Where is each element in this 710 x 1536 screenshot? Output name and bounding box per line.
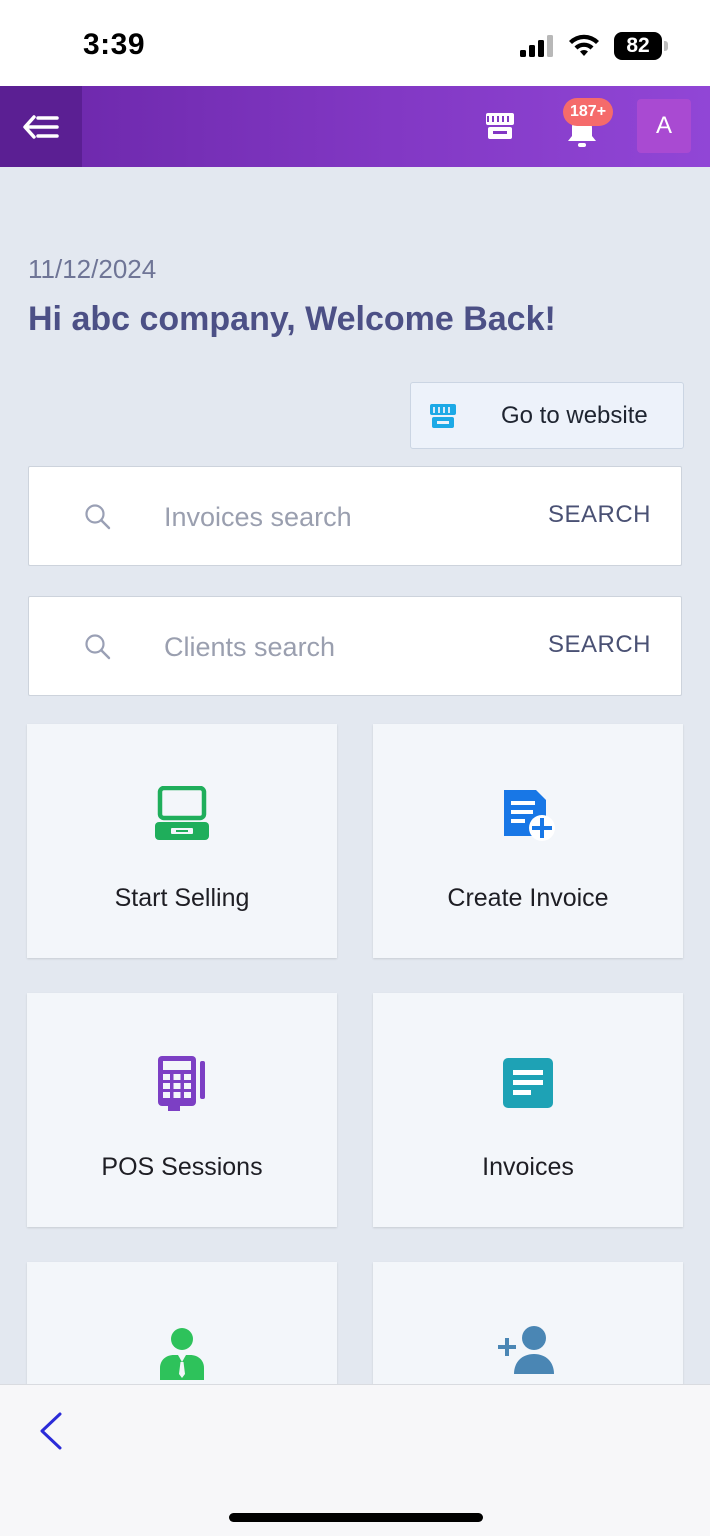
- pos-terminal-icon: [150, 782, 214, 846]
- store-icon: [486, 113, 514, 139]
- current-date: 11/12/2024: [28, 254, 157, 284]
- go-to-website-button[interactable]: Go to website: [410, 382, 684, 449]
- status-icons: 82: [520, 32, 668, 60]
- calculator-icon: [150, 1051, 214, 1115]
- menu-arrow-left-icon: [23, 114, 59, 139]
- go-to-website-label: Go to website: [501, 402, 648, 429]
- bottom-navigation-bar: [0, 1384, 710, 1536]
- tile-label: Invoices: [482, 1153, 574, 1181]
- status-bar: 3:39 82: [0, 0, 710, 86]
- chevron-left-icon: [40, 1412, 62, 1450]
- avatar[interactable]: A: [637, 99, 691, 153]
- search-icon: [85, 634, 111, 660]
- back-button[interactable]: [36, 1411, 66, 1451]
- tile-label: Create Invoice: [447, 884, 609, 912]
- home-indicator: [229, 1513, 483, 1522]
- store-icon: [430, 404, 456, 428]
- invoices-search-button[interactable]: SEARCH: [548, 501, 651, 529]
- tile-label: POS Sessions: [101, 1153, 263, 1181]
- employee-icon: [150, 1320, 214, 1384]
- cellular-signal-icon: [520, 35, 553, 57]
- tile-label: Start Selling: [114, 884, 250, 912]
- wifi-icon: [569, 34, 599, 56]
- document-lines-icon: [496, 1051, 560, 1115]
- battery-indicator: 82: [614, 32, 668, 60]
- invoices-search-box: SEARCH: [28, 466, 682, 566]
- notification-badge: 187+: [563, 98, 614, 126]
- invoices-tile[interactable]: Invoices: [373, 993, 683, 1227]
- clients-search-button[interactable]: SEARCH: [548, 631, 651, 659]
- clients-search-input[interactable]: [164, 627, 494, 667]
- status-time: 3:39: [83, 28, 146, 61]
- pos-sessions-tile[interactable]: POS Sessions: [27, 993, 337, 1227]
- add-user-icon: [496, 1320, 560, 1384]
- welcome-message: Hi abc company, Welcome Back!: [28, 300, 556, 338]
- invoices-search-input[interactable]: [164, 497, 494, 537]
- document-add-icon: [496, 782, 560, 846]
- store-button[interactable]: [480, 106, 520, 146]
- clients-search-box: SEARCH: [28, 596, 682, 696]
- menu-toggle-button[interactable]: [0, 86, 82, 167]
- create-invoice-tile[interactable]: Create Invoice: [373, 724, 683, 958]
- search-icon: [85, 504, 111, 530]
- start-selling-tile[interactable]: Start Selling: [27, 724, 337, 958]
